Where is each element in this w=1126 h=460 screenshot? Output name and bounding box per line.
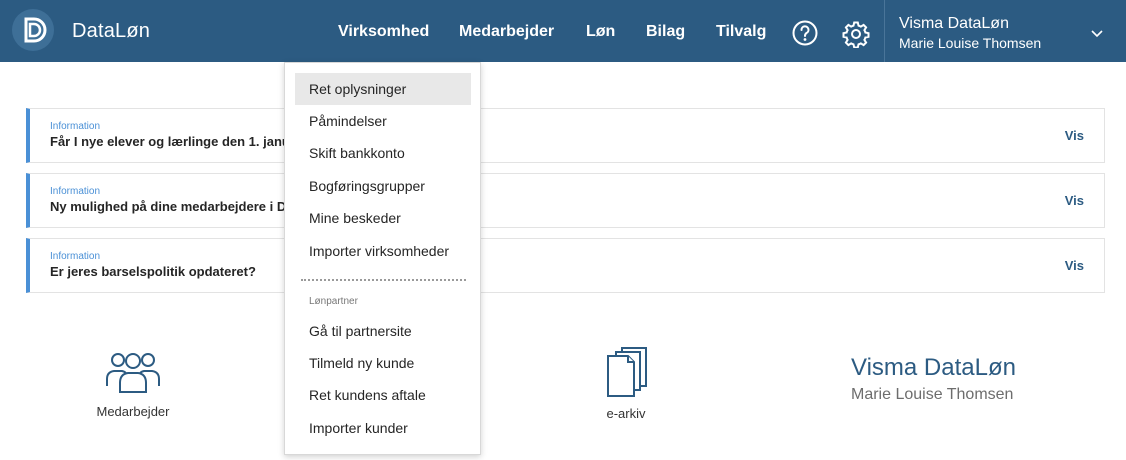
footer-user-name: Marie Louise Thomsen xyxy=(851,386,1014,403)
dataloen-logo-icon[interactable] xyxy=(12,9,54,51)
nav-loen[interactable]: Løn xyxy=(586,23,615,41)
info-title: Ny mulighed på dine medarbejdere i D xyxy=(50,199,287,214)
nav-tilvalg[interactable]: Tilvalg xyxy=(716,23,766,41)
archive-tile-label: e-arkiv xyxy=(606,406,646,421)
nav-medarbejder[interactable]: Medarbejder xyxy=(459,23,554,41)
gear-icon[interactable] xyxy=(842,20,870,49)
user-menu[interactable]: Visma DataLøn Marie Louise Thomsen xyxy=(885,0,1126,62)
archive-tile[interactable]: e-arkiv xyxy=(578,346,674,421)
nav-virksomhed[interactable]: Virksomhed xyxy=(338,23,429,41)
top-navigation-bar: DataLøn Virksomhed Medarbejder Løn Bilag… xyxy=(0,0,1126,62)
employees-tile[interactable]: Medarbejder xyxy=(84,348,182,419)
menu-item-tilmeld-ny-kunde[interactable]: Tilmeld ny kunde xyxy=(295,347,471,379)
user-name: Marie Louise Thomsen xyxy=(899,35,1042,51)
info-card: Information Ny mulighed på dine medarbej… xyxy=(26,173,1105,228)
user-company: Visma DataLøn xyxy=(899,15,1009,32)
menu-item-ret-oplysninger[interactable]: Ret oplysninger xyxy=(295,73,471,105)
info-title: Får I nye elever og lærlinge den 1. janu xyxy=(50,134,290,149)
menu-divider xyxy=(301,279,466,281)
chevron-down-icon[interactable] xyxy=(1090,26,1104,38)
menu-item-bogfoeringsgrupper[interactable]: Bogføringsgrupper xyxy=(295,170,471,202)
nav-bilag[interactable]: Bilag xyxy=(646,23,685,41)
employees-tile-label: Medarbejder xyxy=(96,404,170,419)
info-card: Information Er jeres barselspolitik opda… xyxy=(26,238,1105,293)
menu-item-skift-bankkonto[interactable]: Skift bankkonto xyxy=(295,137,471,169)
users-icon xyxy=(84,348,182,396)
info-title: Er jeres barselspolitik opdateret? xyxy=(50,264,256,279)
info-show-link[interactable]: Vis xyxy=(1065,193,1084,208)
info-kicker: Information xyxy=(50,121,101,132)
footer-company: Visma DataLøn xyxy=(851,354,1016,381)
menu-section-label: Lønpartner xyxy=(309,296,358,307)
info-kicker: Information xyxy=(50,251,101,262)
documents-icon xyxy=(578,346,674,398)
menu-item-mine-beskeder[interactable]: Mine beskeder xyxy=(295,202,471,234)
info-kicker: Information xyxy=(50,186,101,197)
brand-name[interactable]: DataLøn xyxy=(72,20,150,43)
virksomhed-dropdown-menu: Ret oplysninger Påmindelser Skift bankko… xyxy=(284,62,481,455)
menu-item-ret-kundens-aftale[interactable]: Ret kundens aftale xyxy=(295,379,471,411)
menu-item-importer-kunder[interactable]: Importer kunder xyxy=(295,412,471,444)
menu-item-gaa-til-partnersite[interactable]: Gå til partnersite xyxy=(295,315,471,347)
info-show-link[interactable]: Vis xyxy=(1065,258,1084,273)
info-card: Information Får I nye elever og lærlinge… xyxy=(26,108,1105,163)
info-show-link[interactable]: Vis xyxy=(1065,128,1084,143)
menu-item-paamindelser[interactable]: Påmindelser xyxy=(295,105,471,137)
menu-item-importer-virksomheder[interactable]: Importer virksomheder xyxy=(295,235,471,267)
question-circle-icon[interactable] xyxy=(792,20,818,46)
